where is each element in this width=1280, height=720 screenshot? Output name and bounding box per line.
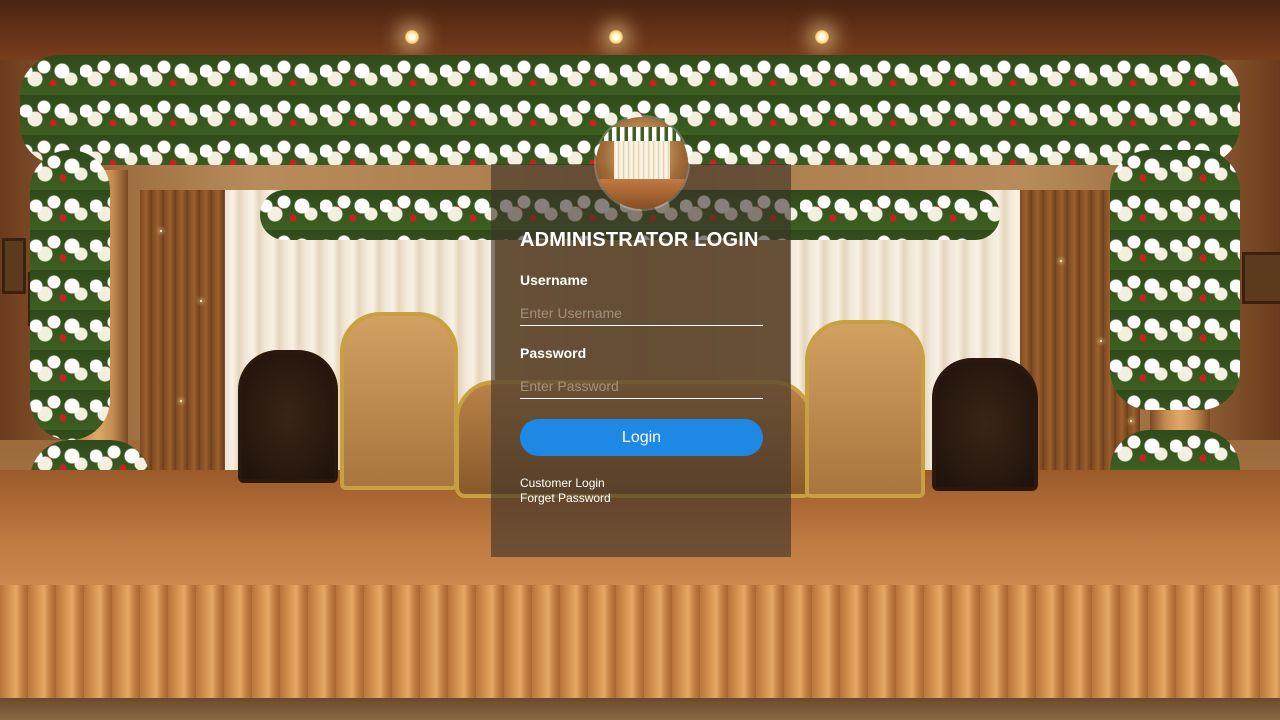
- sparkle: [200, 300, 202, 302]
- chair-gold-left: [340, 312, 458, 490]
- password-label: Password: [520, 345, 587, 361]
- floor: [0, 698, 1280, 720]
- password-input[interactable]: [520, 373, 763, 399]
- avatar-garland: [596, 127, 688, 141]
- flower-garland-left: [30, 150, 110, 440]
- curtain-left-outer: [140, 190, 230, 480]
- sparkle: [1100, 340, 1102, 342]
- chair-dark-right: [932, 358, 1038, 491]
- sparkle: [1060, 260, 1062, 262]
- avatar-stage: [596, 179, 688, 209]
- chair-gold-right: [805, 320, 925, 498]
- flower-garland-right: [1110, 150, 1240, 410]
- sparkle: [180, 400, 182, 402]
- avatar-curtain: [614, 141, 670, 181]
- wall-frame: [1242, 252, 1280, 304]
- ceiling-light: [609, 30, 623, 44]
- login-title: ADMINISTRATOR LOGIN: [520, 229, 759, 251]
- forget-password-link[interactable]: Forget Password: [520, 491, 611, 505]
- customer-login-link[interactable]: Customer Login: [520, 476, 605, 490]
- username-input[interactable]: [520, 300, 763, 326]
- username-label: Username: [520, 272, 588, 288]
- ceiling-light: [405, 30, 419, 44]
- wall-frame: [2, 238, 26, 294]
- sparkle: [1130, 420, 1132, 422]
- stage-skirt: [0, 585, 1280, 700]
- login-button[interactable]: Login: [520, 419, 763, 456]
- ceiling-light: [815, 30, 829, 44]
- logo-avatar-image: [596, 117, 688, 209]
- chair-dark-left: [238, 350, 338, 483]
- sparkle: [160, 230, 162, 232]
- ceiling: [0, 0, 1280, 60]
